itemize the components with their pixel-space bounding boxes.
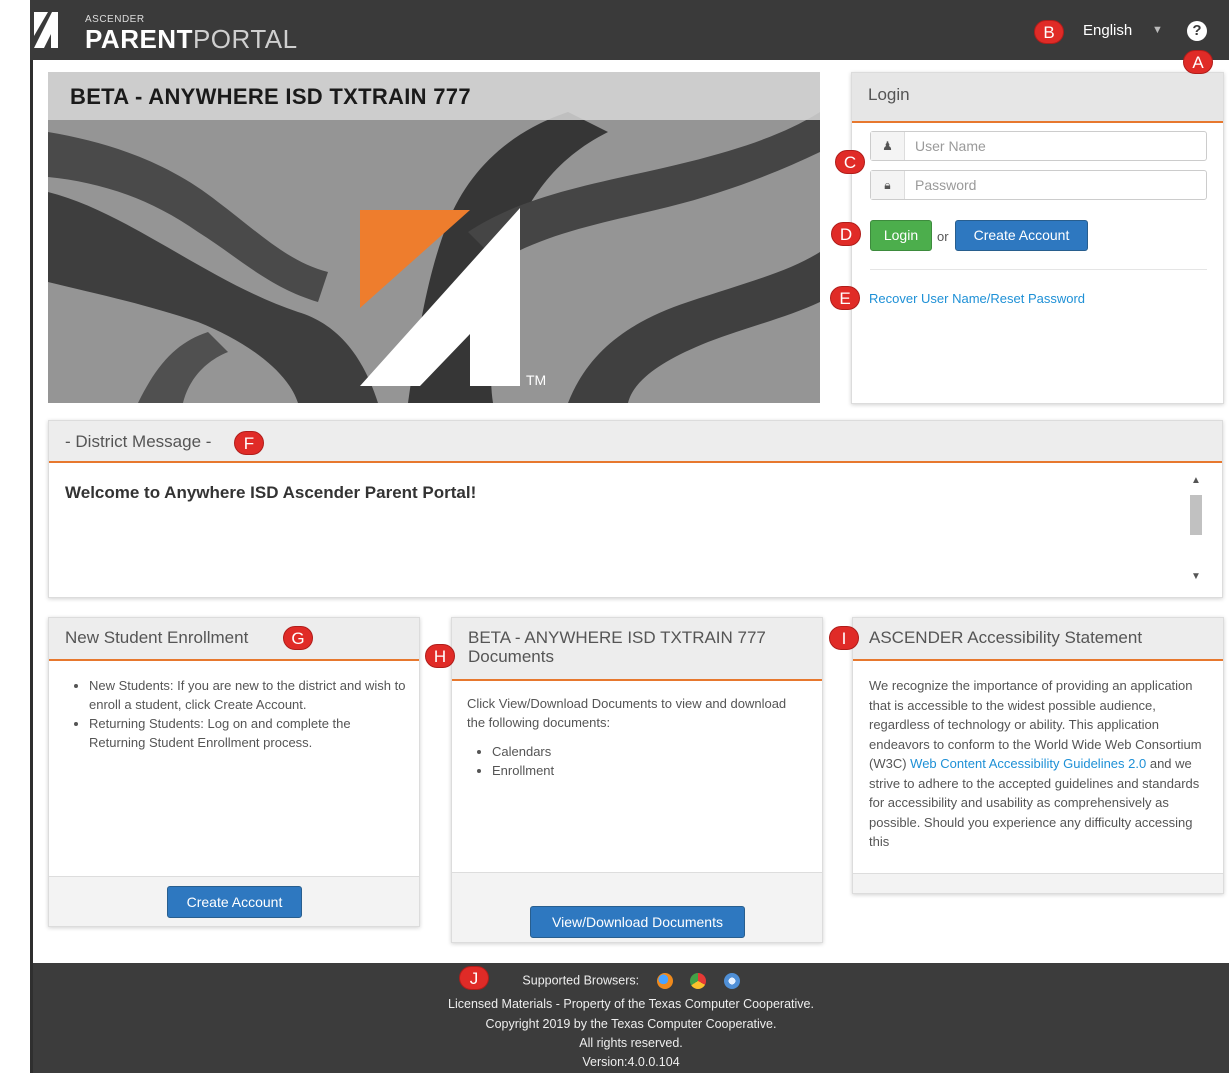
- documents-list: Calendars Enrollment: [492, 742, 554, 780]
- list-item: Enrollment: [492, 761, 554, 780]
- lock-icon: 🔒︎: [871, 171, 905, 199]
- login-button[interactable]: Login: [870, 220, 932, 251]
- district-title: BETA - ANYWHERE ISD TXTRAIN 777: [70, 84, 471, 109]
- rights-text: All rights reserved.: [579, 1036, 683, 1050]
- wcag-link[interactable]: Web Content Accessibility Guidelines 2.0: [910, 756, 1146, 771]
- chrome-icon[interactable]: [690, 973, 707, 989]
- safari-icon[interactable]: [723, 973, 740, 989]
- brand-light: PORTAL: [192, 24, 298, 54]
- chevron-down-icon[interactable]: ▼: [1152, 24, 1163, 36]
- ascender-logo-icon[interactable]: [34, 12, 64, 48]
- list-item: Returning Students: Log on and complete …: [89, 714, 407, 752]
- supported-browsers-row: Supported Browsers:: [33, 973, 1229, 989]
- district-message-text: Welcome to Anywhere ISD Ascender Parent …: [65, 483, 477, 502]
- accessibility-heading: ASCENDER Accessibility Statement: [853, 618, 1223, 661]
- district-message-heading: - District Message -: [49, 421, 1222, 463]
- tree-background-image: [48, 72, 820, 403]
- license-text: Licensed Materials - Property of the Tex…: [448, 997, 814, 1011]
- scrollbar-thumb[interactable]: [1190, 495, 1202, 535]
- scroll-up-icon[interactable]: ▲: [1188, 475, 1204, 486]
- accessibility-footer: [853, 873, 1223, 893]
- marker-a: A: [1183, 50, 1213, 74]
- brand-bold: PARENT: [85, 24, 193, 54]
- marker-c: C: [835, 150, 865, 174]
- supported-browsers-label: Supported Browsers:: [522, 973, 640, 988]
- marker-d: D: [831, 222, 861, 246]
- list-item: Calendars: [492, 742, 554, 761]
- documents-intro: Click View/Download Documents to view an…: [467, 696, 787, 730]
- accessibility-statement: We recognize the importance of providing…: [869, 676, 1209, 852]
- firefox-icon[interactable]: [656, 973, 673, 989]
- recover-password-link[interactable]: Recover User Name/Reset Password: [869, 291, 1085, 306]
- username-field[interactable]: ♟: [870, 131, 1207, 161]
- documents-heading-line2: Documents: [468, 647, 554, 666]
- documents-heading-line1: BETA - ANYWHERE ISD TXTRAIN 777: [468, 628, 766, 647]
- page: ASCENDER PARENTPORTAL English ▼ ? BETA -…: [0, 0, 1229, 1073]
- marker-g: G: [283, 626, 313, 650]
- message-scrollbar[interactable]: ▲ ▼: [1186, 471, 1206, 589]
- documents-heading: BETA - ANYWHERE ISD TXTRAIN 777 Document…: [452, 618, 822, 681]
- left-border: [30, 0, 33, 1073]
- enrollment-heading: New Student Enrollment: [49, 618, 419, 661]
- trademark-text: TM: [526, 372, 547, 388]
- hero-title-bar: BETA - ANYWHERE ISD TXTRAIN 777: [48, 72, 820, 120]
- marker-i: I: [829, 626, 859, 650]
- enrollment-footer: Create Account: [49, 876, 419, 926]
- login-panel: Login ♟ 🔒︎ Login or Create Account Recov…: [851, 72, 1224, 404]
- documents-panel: BETA - ANYWHERE ISD TXTRAIN 777 Document…: [451, 617, 823, 943]
- copyright-text: Copyright 2019 by the Texas Computer Coo…: [485, 1017, 777, 1031]
- divider: [870, 269, 1207, 270]
- marker-h: H: [425, 644, 455, 668]
- password-field[interactable]: 🔒︎: [870, 170, 1207, 200]
- list-item: New Students: If you are new to the dist…: [89, 676, 407, 714]
- enrollment-create-account-button[interactable]: Create Account: [167, 886, 302, 918]
- hero-banner: BETA - ANYWHERE ISD TXTRAIN 777: [48, 72, 820, 403]
- marker-j: J: [459, 966, 489, 990]
- version-text: Version:4.0.0.104: [582, 1055, 680, 1069]
- district-message-panel: - District Message - Welcome to Anywhere…: [48, 420, 1223, 598]
- brand-title[interactable]: PARENTPORTAL: [85, 24, 298, 54]
- language-selector[interactable]: English: [1083, 22, 1132, 39]
- login-heading: Login: [852, 73, 1223, 123]
- enrollment-panel: New Student Enrollment New Students: If …: [48, 617, 420, 927]
- marker-e: E: [830, 286, 860, 310]
- username-input[interactable]: [915, 136, 1195, 156]
- marker-f: F: [234, 431, 264, 455]
- scroll-down-icon[interactable]: ▼: [1188, 571, 1204, 582]
- view-download-documents-button[interactable]: View/Download Documents: [530, 906, 745, 938]
- or-text: or: [937, 229, 949, 244]
- create-account-button[interactable]: Create Account: [955, 220, 1088, 251]
- enrollment-list: New Students: If you are new to the dist…: [89, 676, 407, 752]
- page-footer: Supported Browsers: Licensed Materials -…: [33, 963, 1229, 1073]
- documents-footer: View/Download Documents: [452, 872, 822, 942]
- question-circle-icon[interactable]: ?: [1187, 21, 1207, 41]
- user-icon: ♟: [871, 132, 905, 160]
- accessibility-panel: ASCENDER Accessibility Statement We reco…: [852, 617, 1224, 894]
- marker-b: B: [1034, 20, 1064, 44]
- password-input[interactable]: [915, 175, 1195, 195]
